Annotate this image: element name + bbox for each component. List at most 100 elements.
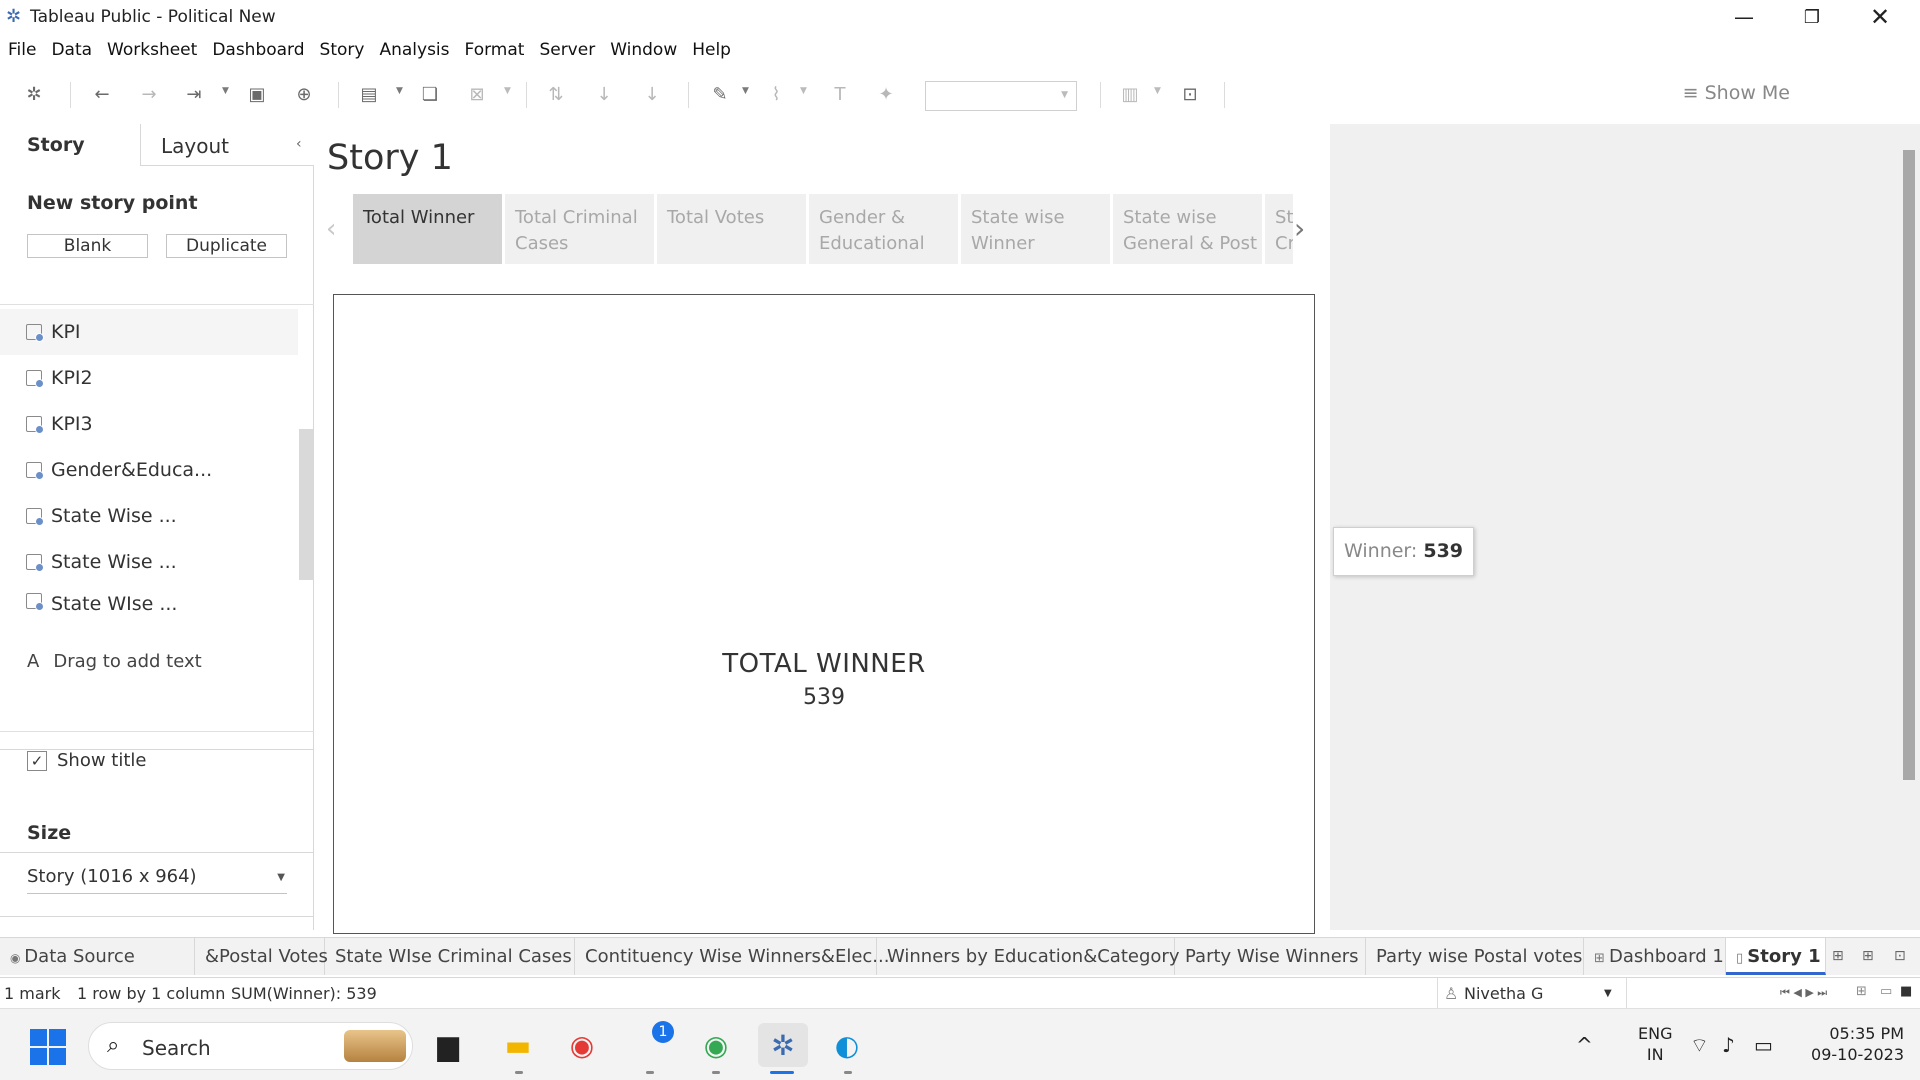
- taskbar-search[interactable]: ⌕ Search: [88, 1022, 413, 1070]
- chevron-down-icon[interactable]: ▼: [222, 86, 229, 96]
- tab-constituency-winners[interactable]: Contituency Wise Winners&Elec...: [575, 938, 889, 975]
- minimize-button[interactable]: —: [1710, 0, 1778, 34]
- story-point-state-wise-criminal[interactable]: State wise Criminal: [1265, 194, 1293, 264]
- vertical-scrollbar[interactable]: [1903, 150, 1915, 780]
- tab-state-criminal-cases[interactable]: State WIse Criminal Cases: [325, 938, 575, 975]
- group-icon[interactable]: ⌇: [762, 80, 790, 108]
- toolbar-divider: [338, 82, 339, 108]
- restore-button[interactable]: ❐: [1778, 0, 1846, 34]
- menu-worksheet[interactable]: Worksheet: [107, 40, 197, 60]
- chevron-up-icon[interactable]: ^: [1576, 1033, 1593, 1057]
- file-explorer-icon[interactable]: ▬: [496, 1023, 540, 1067]
- tabs-view-icon[interactable]: ■: [1900, 984, 1912, 999]
- language-indicator[interactable]: ENG IN: [1638, 1023, 1672, 1065]
- tab-data-source[interactable]: ◉ Data Source: [0, 938, 195, 975]
- edge-icon[interactable]: ◐: [825, 1023, 869, 1067]
- menu-help[interactable]: Help: [692, 40, 731, 60]
- sort-descending-icon[interactable]: ↓: [638, 80, 666, 108]
- blank-button[interactable]: Blank: [27, 234, 148, 258]
- story-point-total-votes[interactable]: Total Votes: [657, 194, 806, 264]
- swap-icon[interactable]: ⇅: [542, 80, 570, 108]
- view-cards-icon[interactable]: ▥: [1116, 80, 1144, 108]
- chevron-down-icon[interactable]: ▼: [742, 86, 749, 96]
- chevron-down-icon[interactable]: ▼: [800, 86, 807, 96]
- story-title[interactable]: Story 1: [327, 138, 453, 178]
- user-menu[interactable]: ♙ Nivetha G ▼: [1437, 978, 1627, 1008]
- presentation-mode-icon[interactable]: ⊡: [1176, 80, 1204, 108]
- menu-window[interactable]: Window: [610, 40, 677, 60]
- tableau-logo-icon[interactable]: ✲: [20, 80, 48, 108]
- chrome-profile-icon[interactable]: ◉: [694, 1023, 738, 1067]
- chevron-down-icon[interactable]: ▼: [504, 86, 511, 96]
- highlight-icon[interactable]: ✎: [706, 80, 734, 108]
- chevron-down-icon[interactable]: ▼: [1154, 86, 1161, 96]
- duplicate-button[interactable]: Duplicate: [166, 234, 287, 258]
- list-item[interactable]: State Wise ...: [0, 493, 298, 539]
- menu-dashboard[interactable]: Dashboard: [212, 40, 304, 60]
- list-item[interactable]: Gender&Educa...: [0, 447, 298, 493]
- close-button[interactable]: ✕: [1846, 0, 1914, 34]
- chevron-right-icon[interactable]: ›: [1294, 212, 1305, 245]
- story-point-total-winner[interactable]: Total Winner: [353, 194, 502, 264]
- sheet-list-scrollbar[interactable]: [299, 429, 313, 580]
- tab-postal-votes[interactable]: &Postal Votes: [195, 938, 328, 975]
- menu-data[interactable]: Data: [51, 40, 92, 60]
- tab-story[interactable]: Story: [0, 124, 141, 166]
- battery-icon[interactable]: ▭: [1754, 1033, 1773, 1057]
- new-story-icon[interactable]: ⊡: [1894, 948, 1910, 964]
- tableau-taskbar-icon[interactable]: ✲: [758, 1023, 808, 1067]
- undo-icon[interactable]: ←: [88, 80, 116, 108]
- duplicate-sheet-icon[interactable]: ❏: [416, 80, 444, 108]
- show-title-checkbox[interactable]: ✓ Show title: [27, 750, 146, 771]
- sort-ascending-icon[interactable]: ↓: [590, 80, 618, 108]
- clock[interactable]: 05:35 PM 09-10-2023: [1800, 1023, 1904, 1065]
- drag-text-item[interactable]: A Drag to add text: [27, 651, 202, 672]
- show-me-button[interactable]: ≡ Show Me: [1683, 82, 1790, 104]
- menu-format[interactable]: Format: [465, 40, 525, 60]
- redo-icon[interactable]: →: [135, 80, 163, 108]
- menu-server[interactable]: Server: [539, 40, 595, 60]
- chrome-icon[interactable]: ◉: [560, 1023, 604, 1067]
- menu-file[interactable]: File: [8, 40, 36, 60]
- windows-start-icon[interactable]: [30, 1029, 66, 1065]
- story-point-state-wise-winner[interactable]: State wise Winner: [961, 194, 1110, 264]
- list-item[interactable]: KPI2: [0, 355, 298, 401]
- filmstrip-icon[interactable]: ▭: [1880, 984, 1892, 999]
- new-worksheet-icon[interactable]: ⊞: [1832, 948, 1848, 964]
- save-icon[interactable]: ▣: [243, 80, 271, 108]
- new-worksheet-icon[interactable]: ▤: [355, 80, 383, 108]
- chevron-down-icon[interactable]: ▼: [396, 86, 403, 96]
- clear-sheet-icon[interactable]: ⊠: [463, 80, 491, 108]
- list-item[interactable]: KPI: [0, 309, 298, 355]
- story-point-gender-educational[interactable]: Gender & Educational: [809, 194, 958, 264]
- sheet-navigation-icon[interactable]: ⏮ ◀ ▶ ⏭: [1780, 986, 1827, 1000]
- story-canvas: Story 1 ‹ Total Winner Total Criminal Ca…: [314, 124, 1330, 934]
- list-item[interactable]: State Wise ...: [0, 539, 298, 585]
- size-dropdown[interactable]: Story (1016 x 964) ▼: [27, 866, 287, 894]
- menu-analysis[interactable]: Analysis: [379, 40, 449, 60]
- task-view-icon[interactable]: ▆: [426, 1023, 470, 1067]
- tab-story-1[interactable]: ▯ Story 1: [1726, 938, 1826, 975]
- pin-icon[interactable]: ✦: [872, 80, 900, 108]
- tab-winners-education[interactable]: Winners by Education&Category: [877, 938, 1179, 975]
- list-item[interactable]: State WIse ...: [0, 585, 298, 615]
- new-dashboard-icon[interactable]: ⊞: [1862, 948, 1878, 964]
- chevron-left-icon[interactable]: ‹: [326, 214, 336, 244]
- collapse-icon[interactable]: ‹: [296, 136, 302, 152]
- labels-icon[interactable]: T: [826, 80, 854, 108]
- tab-layout[interactable]: Layout: [141, 124, 314, 166]
- wifi-icon[interactable]: ⌔: [1690, 1033, 1709, 1058]
- tab-party-wise-postal[interactable]: Party wise Postal votes: [1366, 938, 1584, 975]
- story-point-total-criminal-cases[interactable]: Total Criminal Cases: [505, 194, 654, 264]
- menu-story[interactable]: Story: [320, 40, 365, 60]
- list-item[interactable]: KPI3: [0, 401, 298, 447]
- volume-icon[interactable]: ♪: [1722, 1033, 1735, 1057]
- sheet-sorter-icon[interactable]: ⊞: [1856, 984, 1867, 999]
- fit-dropdown[interactable]: ▼: [925, 81, 1077, 111]
- tab-party-wise-winners[interactable]: Party Wise Winners: [1175, 938, 1366, 975]
- add-data-source-icon[interactable]: ⊕: [290, 80, 318, 108]
- story-point-state-wise-general-post[interactable]: State wise General & Post: [1113, 194, 1262, 264]
- kpi-viz[interactable]: TOTAL WINNER 539: [333, 294, 1315, 934]
- tab-dashboard-1[interactable]: ⊞ Dashboard 1: [1584, 938, 1726, 975]
- replay-icon[interactable]: ⇥: [180, 80, 208, 108]
